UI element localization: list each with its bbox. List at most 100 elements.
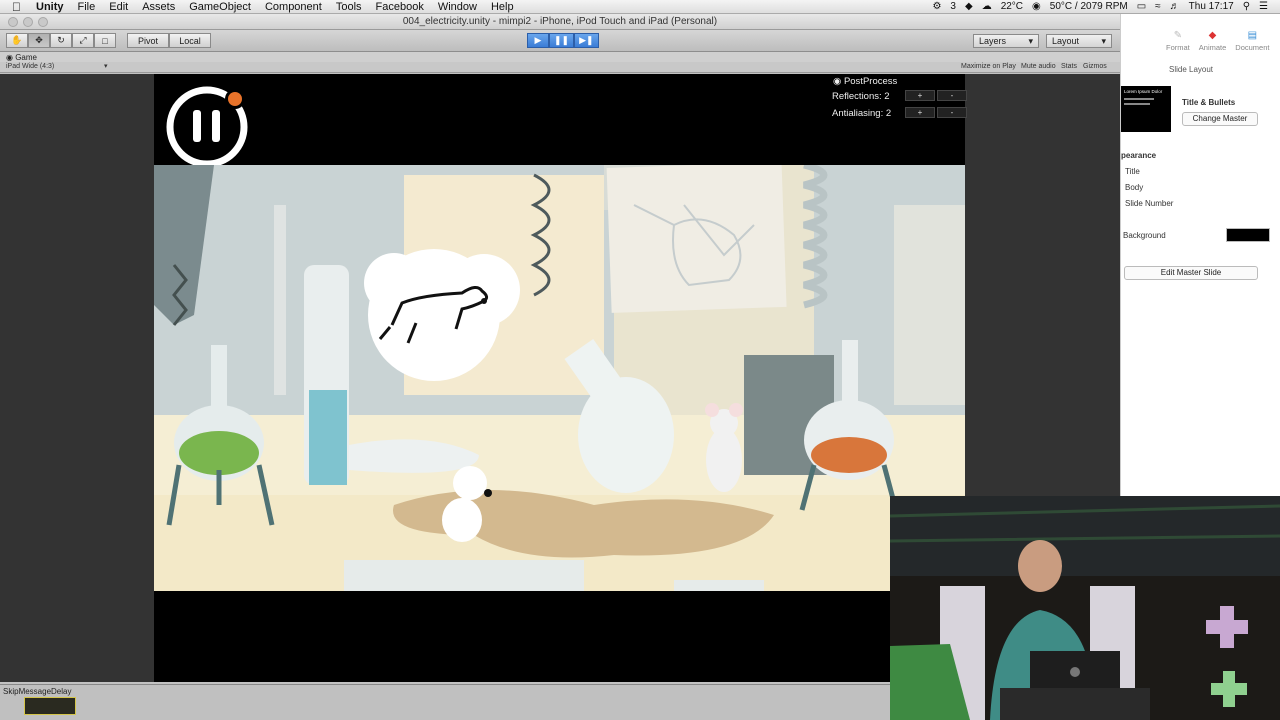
layers-label: Layers [979, 36, 1007, 46]
master-thumbnail-text: Lorem Ipsum Dolor [1124, 89, 1163, 94]
pause-icon[interactable]: ❚❚ [549, 33, 575, 48]
transform-tools: ✋ ✥ ↻ ⤢ □ [6, 33, 116, 48]
play-icon[interactable]: ▶ [527, 33, 549, 48]
tab-document[interactable]: ▤ Document [1235, 30, 1269, 52]
airplay-icon[interactable]: ▭ [1137, 1, 1146, 12]
local-label: Local [179, 35, 201, 46]
cpu-readout[interactable]: 50°C / 2079 RPM [1050, 1, 1128, 12]
menu-file[interactable]: File [71, 1, 103, 13]
change-master-button[interactable]: Change Master [1182, 112, 1258, 126]
notification-icon[interactable]: ⚙ [932, 1, 941, 12]
wifi-icon[interactable]: ≈ [1155, 1, 1161, 12]
tab-game[interactable]: Game [15, 53, 37, 62]
game-tab-row: ◉ Game [0, 52, 1120, 62]
reflections-minus-button[interactable]: - [937, 90, 967, 101]
console-message[interactable]: SkipMessageDelay [3, 687, 71, 696]
menu-app-name[interactable]: Unity [29, 1, 71, 13]
menu-gameobject[interactable]: GameObject [182, 1, 258, 13]
pivot-button[interactable]: Pivot [127, 33, 169, 48]
tab-document-label: Document [1235, 43, 1270, 52]
toolbar: ✋ ✥ ↻ ⤢ □ Pivot Local ▶ ❚❚ ▶❚ Layers ▾ La… [0, 30, 1120, 52]
fan-icon[interactable]: ◉ [1032, 1, 1041, 12]
game-view-controls: iPad Wide (4:3) ▾ Maximize on Play Mute … [0, 62, 1120, 73]
layout-dropdown[interactable]: Layout ▾ [1046, 34, 1112, 48]
minimize-button[interactable] [23, 17, 33, 27]
tab-animate[interactable]: ◆ Animate [1199, 30, 1227, 52]
animate-icon: ◆ [1208, 30, 1217, 41]
chevron-down-icon: ▾ [104, 63, 108, 70]
step-icon[interactable]: ▶❚ [574, 33, 599, 48]
pivot-toggles: Pivot Local [127, 33, 211, 48]
mute-audio-toggle[interactable]: Mute audio [1021, 63, 1056, 70]
volume-icon[interactable]: ♬ [1170, 1, 1180, 12]
hand-tool-icon[interactable]: ✋ [6, 33, 28, 48]
console-status-bar: SkipMessageDelay [0, 684, 890, 720]
maximize-on-play-toggle[interactable]: Maximize on Play [961, 63, 1016, 70]
thumbnail-preview[interactable] [24, 697, 76, 715]
edit-master-slide-button[interactable]: Edit Master Slide [1124, 266, 1258, 280]
layout-label: Layout [1052, 36, 1080, 46]
scale-tool-icon[interactable]: ⤢ [72, 33, 94, 48]
postprocess-label[interactable]: ◉ PostProcess [833, 76, 897, 87]
game-hud-bar [154, 74, 965, 165]
clock[interactable]: Thu 17:17 [1189, 1, 1234, 12]
rect-tool-icon[interactable]: □ [94, 33, 116, 48]
keynote-inspector: ✎ Format ◆ Animate ▤ Document Slide Layout … [1120, 14, 1280, 496]
antialiasing-plus-button[interactable]: + [905, 107, 935, 118]
antialiasing-label: Antialiasing: 2 [832, 108, 892, 119]
tab-format-label: Format [1166, 43, 1190, 52]
close-button[interactable] [8, 17, 18, 27]
stats-toggle[interactable]: Stats [1061, 63, 1077, 70]
chevron-down-icon: ▾ [1028, 35, 1033, 46]
tab-animate-label: Animate [1198, 43, 1227, 52]
menu-tools[interactable]: Tools [329, 1, 369, 13]
title-checkbox[interactable]: Title [1125, 167, 1140, 176]
play-controls: ▶ ❚❚ ▶❚ [527, 33, 599, 48]
antialiasing-minus-button[interactable]: - [937, 107, 967, 118]
reflections-plus-button[interactable]: + [905, 90, 935, 101]
pivot-label: Pivot [137, 35, 158, 46]
apple-menu-icon[interactable]:  [0, 0, 29, 14]
game-scene[interactable] [154, 165, 965, 591]
body-checkbox[interactable]: Body [1125, 183, 1143, 192]
background-label: Background [1123, 231, 1166, 240]
window-title: 004_electricity.unity - mimpi2 - iPhone,… [402, 16, 718, 27]
window-controls [8, 17, 48, 27]
local-button[interactable]: Local [169, 33, 211, 48]
menu-edit[interactable]: Edit [102, 1, 135, 13]
master-thumbnail[interactable]: Lorem Ipsum Dolor [1121, 86, 1171, 132]
temperature-readout[interactable]: 22°C [1001, 1, 1023, 12]
document-icon: ▤ [1247, 30, 1258, 41]
dropbox-icon[interactable]: ◆ [965, 1, 973, 12]
menu-component[interactable]: Component [258, 1, 329, 13]
move-tool-icon[interactable]: ✥ [28, 33, 50, 48]
game-tab-icon: ◉ [6, 52, 16, 62]
reflections-label: Reflections: 2 [832, 91, 890, 102]
gizmos-toggle[interactable]: Gizmos [1083, 63, 1107, 70]
thumbnail-bullet-line [1124, 103, 1150, 105]
chevron-down-icon: ▾ [1101, 35, 1106, 46]
tab-format[interactable]: ✎ Format [1166, 30, 1190, 52]
notification-count[interactable]: 3 [950, 1, 956, 12]
weather-icon[interactable]: ☁ [982, 1, 992, 12]
status-area: ⚙ 3 ◆ ☁ 22°C ◉ 50°C / 2079 RPM ▭ ≈ ♬ Thu… [932, 1, 1280, 12]
layers-dropdown[interactable]: Layers ▾ [973, 34, 1039, 48]
slide-layout-heading: Slide Layout [1168, 65, 1214, 74]
postprocess-text: PostProcess [843, 76, 898, 87]
aspect-dropdown[interactable]: iPad Wide (4:3) [6, 63, 54, 70]
title-bar: 004_electricity.unity - mimpi2 - iPhone,… [0, 14, 1120, 30]
speaker-video [890, 496, 1280, 720]
menu-window[interactable]: Window [431, 1, 484, 13]
spotlight-icon[interactable]: ⚲ [1243, 1, 1250, 12]
pause-icon[interactable] [165, 85, 249, 169]
menu-assets[interactable]: Assets [135, 1, 182, 13]
rotate-tool-icon[interactable]: ↻ [50, 33, 72, 48]
zoom-button[interactable] [38, 17, 48, 27]
slide-number-checkbox[interactable]: Slide Number [1125, 199, 1173, 208]
inspector-tabs: ✎ Format ◆ Animate ▤ Document [1166, 30, 1269, 52]
notification-center-icon[interactable]: ☰ [1259, 1, 1268, 12]
background-color-well[interactable] [1226, 228, 1270, 242]
menu-facebook[interactable]: Facebook [369, 1, 431, 13]
menu-help[interactable]: Help [484, 1, 521, 13]
game-bottom-bar [154, 591, 890, 682]
